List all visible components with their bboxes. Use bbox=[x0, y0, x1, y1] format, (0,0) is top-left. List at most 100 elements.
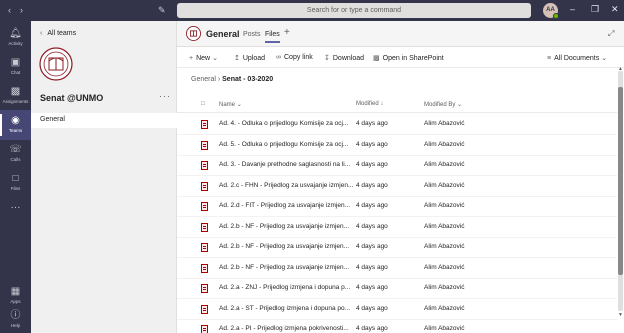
file-name[interactable]: Ad. 4. - Odluka o prijedlogu Komisije za… bbox=[219, 120, 355, 127]
file-modified: 4 days ago bbox=[356, 284, 388, 291]
column-modified-by[interactable]: Modified By ⌄ bbox=[424, 101, 462, 108]
breadcrumb-root[interactable]: General bbox=[191, 76, 216, 83]
column-name[interactable]: Name ⌄ bbox=[219, 101, 242, 108]
table-row[interactable]: Ad. 2.d - FIT - Prijedlog za usvajanje i… bbox=[177, 196, 617, 217]
table-row[interactable]: Ad. 2.c - FHN - Prijedlog za usvajanje i… bbox=[177, 176, 617, 197]
rail-item-files[interactable]: □ Files bbox=[0, 168, 31, 198]
rail-item-activity[interactable]: 🔔︎ Activity bbox=[0, 23, 31, 53]
file-modified-by: Alim Abazović bbox=[424, 120, 465, 127]
rail-item-help[interactable]: ⓘ Help bbox=[0, 305, 31, 333]
column-modified-label: Modified bbox=[356, 101, 379, 107]
file-modified-by: Alim Abazović bbox=[424, 325, 465, 332]
file-name[interactable]: Ad. 2.d - FIT - Prijedlog za usvajanje i… bbox=[219, 202, 355, 209]
more-icon: ··· bbox=[10, 202, 21, 213]
table-row[interactable]: Ad. 2.b - NF - Prijedlog za usvajanje iz… bbox=[177, 237, 617, 258]
file-modified: 4 days ago bbox=[356, 140, 388, 148]
new-button[interactable]: + New ⌄ bbox=[189, 54, 221, 62]
rail-label: Teams bbox=[8, 128, 23, 133]
rail-label: Assignments bbox=[2, 99, 29, 104]
chevron-down-icon: ⌄ bbox=[601, 55, 608, 62]
all-teams-label: All teams bbox=[47, 30, 77, 37]
maximize-icon[interactable]: ❐ bbox=[591, 4, 599, 15]
all-teams-link[interactable]: ‹ All teams bbox=[40, 30, 76, 37]
channel-logo-icon bbox=[186, 26, 201, 41]
search-input[interactable]: Search for or type a command bbox=[177, 3, 531, 18]
rail-item-calls[interactable]: ☏ Calls bbox=[0, 139, 31, 169]
table-row[interactable]: Ad. 2.a - ST - Prijedlog izmjena i dopun… bbox=[177, 299, 617, 320]
pdf-file-icon bbox=[201, 243, 208, 252]
upload-icon: ↥ bbox=[234, 55, 240, 62]
files-toolbar: + New ⌄ ↥ Upload ∞ Copy link ↧ Download ▩ Ope… bbox=[177, 48, 624, 68]
rail-label: Chat bbox=[10, 70, 21, 75]
forward-arrow-icon[interactable]: › bbox=[20, 5, 23, 15]
rail-item-teams[interactable]: ◉ Teams bbox=[0, 110, 31, 140]
table-row[interactable]: Ad. 2.a - PI - Prijedlog izmjena pokrive… bbox=[177, 319, 617, 333]
view-selector[interactable]: ≡ All Documents ⌄ bbox=[547, 54, 610, 62]
breadcrumb-current: Senat - 03-2020 bbox=[222, 76, 274, 83]
rail-label: Help bbox=[10, 323, 21, 328]
chevron-down-icon: ⌄ bbox=[212, 55, 218, 62]
pdf-file-icon bbox=[201, 161, 208, 170]
rail-label: Activity bbox=[8, 41, 23, 46]
minimize-icon[interactable]: – bbox=[570, 4, 575, 14]
file-modified: 4 days ago bbox=[356, 161, 388, 168]
rail-item-chat[interactable]: ▣ Chat bbox=[0, 52, 31, 82]
rail-item-assignments[interactable]: ▩ Assignments bbox=[0, 81, 31, 111]
channel-header: General Posts Files + ⤢ bbox=[177, 21, 624, 47]
table-row[interactable]: Ad. 2.b - NF - Prijedlog za usvajanje iz… bbox=[177, 217, 617, 238]
sharepoint-icon: ▩ bbox=[373, 55, 380, 62]
file-name[interactable]: Ad. 5. - Odluka o prijedlogu Komisije za… bbox=[219, 141, 355, 148]
expand-icon[interactable]: ⤢ bbox=[608, 29, 614, 39]
channel-item-general[interactable]: General bbox=[31, 113, 177, 128]
table-row[interactable]: Ad. 3. - Davanje prethodne saglasnosti n… bbox=[177, 155, 617, 176]
back-arrow-icon[interactable]: ‹ bbox=[8, 5, 11, 15]
pdf-file-icon bbox=[201, 181, 208, 191]
column-header: □ Name ⌄ Modified ↓ Modified By ⌄ bbox=[177, 97, 617, 113]
title-bar: ‹ › ✎ Search for or type a command AA – … bbox=[0, 0, 624, 21]
compose-icon[interactable]: ✎ bbox=[158, 5, 166, 16]
scrollbar[interactable] bbox=[618, 71, 623, 311]
pdf-file-icon bbox=[201, 284, 208, 293]
upload-button[interactable]: ↥ Upload bbox=[234, 54, 265, 62]
column-modified-by-label: Modified By bbox=[424, 102, 456, 108]
tab-files[interactable]: Files bbox=[265, 31, 280, 43]
file-type-icon: □ bbox=[201, 101, 205, 107]
file-name[interactable]: Ad. 2.a - PI - Prijedlog izmjena pokrive… bbox=[219, 325, 355, 332]
add-tab-icon[interactable]: + bbox=[284, 27, 290, 38]
tab-posts[interactable]: Posts bbox=[243, 31, 261, 38]
column-name-label: Name bbox=[219, 102, 236, 108]
apps-icon: ▦ bbox=[10, 286, 21, 297]
rail-label: Files bbox=[10, 186, 21, 191]
open-sharepoint-button[interactable]: ▩ Open in SharePoint bbox=[373, 54, 444, 62]
plus-icon: + bbox=[189, 55, 194, 62]
team-logo-icon bbox=[39, 47, 73, 81]
team-more-icon[interactable]: ··· bbox=[159, 91, 171, 101]
team-name: Senat @UNMO bbox=[40, 93, 104, 103]
file-name[interactable]: Ad. 2.a - ST - Prijedlog izmjena i dopun… bbox=[219, 305, 355, 312]
rail-more-button[interactable]: ··· bbox=[0, 197, 31, 227]
table-row[interactable]: Ad. 5. - Odluka o prijedlogu Komisije za… bbox=[177, 135, 617, 156]
table-row[interactable]: Ad. 4. - Odluka o prijedlogu Komisije za… bbox=[177, 114, 617, 135]
chevron-down-icon: ⌄ bbox=[457, 102, 463, 108]
open-sharepoint-label: Open in SharePoint bbox=[382, 55, 444, 62]
close-icon[interactable]: ✕ bbox=[611, 4, 619, 15]
table-row[interactable]: Ad. 2.b - NF - Prijedlog za usvajanje iz… bbox=[177, 258, 617, 279]
file-name[interactable]: Ad. 2.b - NF - Prijedlog za usvajanje iz… bbox=[219, 264, 355, 271]
file-name[interactable]: Ad. 2.b - NF - Prijedlog za usvajanje iz… bbox=[219, 223, 355, 230]
file-name[interactable]: Ad. 2.b - NF - Prijedlog za usvajanje iz… bbox=[219, 243, 355, 250]
scroll-down-icon[interactable]: ▼ bbox=[618, 312, 623, 318]
file-name[interactable]: Ad. 2.c - FHN - Prijedlog za usvajanje i… bbox=[219, 182, 355, 189]
copy-link-button[interactable]: ∞ Copy link bbox=[276, 54, 313, 61]
pdf-file-icon bbox=[201, 222, 208, 232]
file-name[interactable]: Ad. 2.a - ZNJ - Prijedlog izmjena i dopu… bbox=[219, 284, 355, 291]
file-name[interactable]: Ad. 3. - Davanje prethodne saglasnosti n… bbox=[219, 161, 355, 168]
chevron-left-icon: ‹ bbox=[40, 30, 43, 37]
scrollbar-thumb[interactable] bbox=[618, 87, 623, 275]
download-button[interactable]: ↧ Download bbox=[324, 54, 364, 62]
file-modified-by: Alim Abazović bbox=[424, 161, 465, 168]
pdf-file-icon bbox=[201, 325, 208, 333]
column-modified[interactable]: Modified ↓ bbox=[356, 101, 383, 107]
breadcrumb: General › Senat - 03-2020 bbox=[191, 76, 273, 83]
table-row[interactable]: Ad. 2.a - ZNJ - Prijedlog izmjena i dopu… bbox=[177, 278, 617, 299]
file-modified-by: Alim Abazović bbox=[424, 304, 465, 312]
